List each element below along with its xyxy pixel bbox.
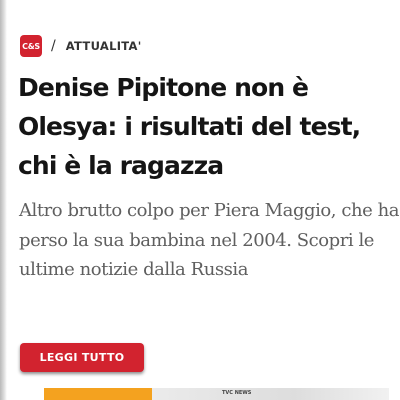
read-more-button[interactable]: LEGGI TUTTO	[20, 343, 144, 372]
thumbnail-caption: TVC NEWS	[222, 390, 252, 396]
publisher-logo[interactable]: C&S	[20, 35, 42, 57]
news-card[interactable]: C&S / ATTUALITA' Denise Pipitone non è O…	[7, 0, 400, 400]
breadcrumb-separator: /	[51, 38, 56, 54]
source-row: C&S / ATTUALITA'	[20, 35, 142, 57]
thumbnail-accent-block	[44, 388, 152, 400]
left-edge-shadow	[0, 0, 7, 400]
article-headline[interactable]: Denise Pipitone non è Olesya: i risultat…	[18, 68, 400, 185]
article-thumbnail[interactable]: TVC NEWS	[44, 388, 389, 400]
thumbnail-photo	[152, 388, 389, 400]
article-summary: Altro brutto colpo per Piera Maggio, che…	[19, 200, 399, 280]
category-label[interactable]: ATTUALITA'	[66, 39, 142, 53]
